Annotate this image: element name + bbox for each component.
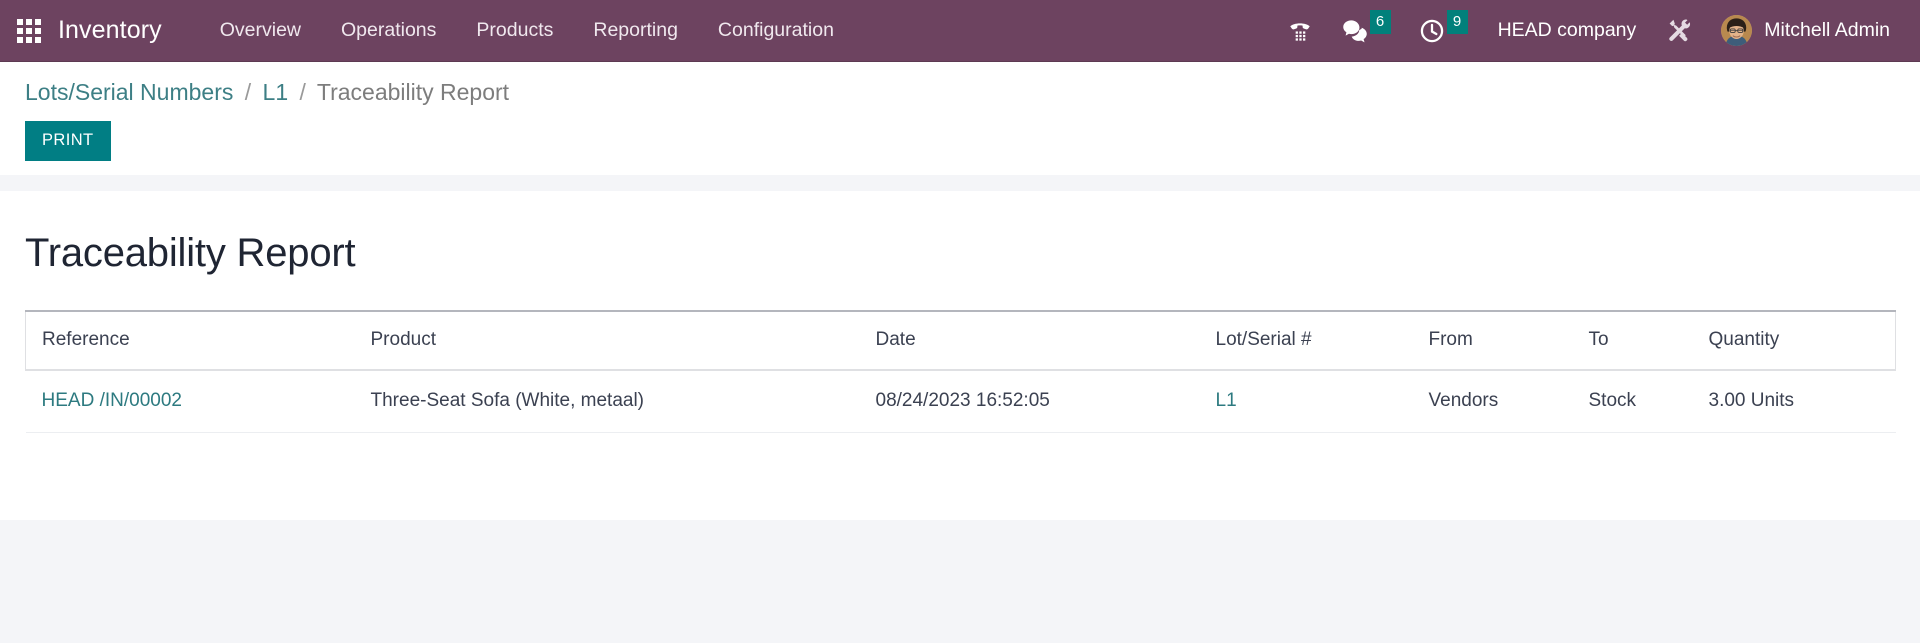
clock-activities-icon <box>1420 19 1443 42</box>
debug-tools-button[interactable] <box>1652 0 1707 61</box>
breadcrumb-item-lots-serial-numbers[interactable]: Lots/Serial Numbers <box>25 79 233 105</box>
main-menu: Overview Operations Products Reporting C… <box>200 0 854 61</box>
column-header-to[interactable]: To <box>1588 309 1709 371</box>
messages-icon <box>1342 20 1367 43</box>
panel-divider-gap <box>0 174 1920 191</box>
activities-button[interactable]: 9 <box>1405 0 1482 61</box>
company-switcher[interactable]: HEAD company <box>1482 19 1653 42</box>
table-header: Reference Product Date Lot/Serial # From… <box>25 309 1896 371</box>
cell-quantity: 3.00 Units <box>1708 369 1896 433</box>
column-header-quantity[interactable]: Quantity <box>1708 309 1896 371</box>
table-header-row: Reference Product Date Lot/Serial # From… <box>25 309 1896 371</box>
traceability-table: Reference Product Date Lot/Serial # From… <box>25 309 1896 433</box>
dialpad-phone-icon <box>1289 22 1310 41</box>
apps-grid-icon <box>17 18 41 43</box>
control-panel-buttons: PRINT <box>0 107 1920 161</box>
reference-link[interactable]: HEAD /IN/00002 <box>42 390 182 411</box>
activities-counter: 9 <box>1446 9 1468 34</box>
navbar-systray: 6 9 HEAD company Mitchell Admin <box>1273 0 1920 61</box>
table-row[interactable]: HEAD /IN/00002 Three-Seat Sofa (White, m… <box>25 369 1896 433</box>
breadcrumb-separator-1: / <box>244 79 252 105</box>
top-navbar: Inventory Overview Operations Products R… <box>0 0 1920 62</box>
menu-item-operations[interactable]: Operations <box>321 0 456 61</box>
user-name-label: Mitchell Admin <box>1764 19 1890 41</box>
user-avatar <box>1721 15 1753 46</box>
column-header-reference[interactable]: Reference <box>25 309 371 371</box>
navbar-left-section: Inventory Overview Operations Products R… <box>0 0 854 61</box>
breadcrumb: Lots/Serial Numbers / L1 / Traceability … <box>0 78 1920 107</box>
cell-to: Stock <box>1588 369 1709 433</box>
breadcrumb-item-l1[interactable]: L1 <box>263 79 289 105</box>
menu-item-reporting[interactable]: Reporting <box>573 0 698 61</box>
dialpad-button[interactable] <box>1273 0 1327 61</box>
column-header-from[interactable]: From <box>1428 309 1589 371</box>
lot-serial-link[interactable]: L1 <box>1216 390 1237 411</box>
table-body: HEAD /IN/00002 Three-Seat Sofa (White, m… <box>25 369 1896 433</box>
menu-item-configuration[interactable]: Configuration <box>698 0 854 61</box>
app-brand-inventory[interactable]: Inventory <box>58 16 178 45</box>
control-panel: Lots/Serial Numbers / L1 / Traceability … <box>0 62 1920 175</box>
cell-lot-serial: L1 <box>1215 369 1429 433</box>
messages-button[interactable]: 6 <box>1327 0 1405 61</box>
cell-date: 08/24/2023 16:52:05 <box>875 369 1216 433</box>
apps-menu-toggle[interactable] <box>0 0 58 61</box>
column-header-product[interactable]: Product <box>370 309 876 371</box>
print-button[interactable]: PRINT <box>25 120 111 161</box>
column-header-date[interactable]: Date <box>875 309 1216 371</box>
menu-item-overview[interactable]: Overview <box>200 0 321 61</box>
cell-reference: HEAD /IN/00002 <box>25 369 371 433</box>
breadcrumb-item-current: Traceability Report <box>316 79 510 105</box>
breadcrumb-separator-2: / <box>299 79 306 105</box>
messages-counter: 6 <box>1369 9 1391 34</box>
report-sheet: Traceability Report Reference Product Da… <box>0 190 1920 520</box>
cell-product: Three-Seat Sofa (White, metaal) <box>370 369 876 433</box>
column-header-lot-serial[interactable]: Lot/Serial # <box>1215 309 1429 371</box>
cell-from: Vendors <box>1428 369 1589 433</box>
wrench-screwdriver-icon <box>1669 19 1691 42</box>
menu-item-products[interactable]: Products <box>456 0 573 61</box>
page-title: Traceability Report <box>25 230 356 275</box>
user-menu[interactable]: Mitchell Admin <box>1707 0 1900 61</box>
